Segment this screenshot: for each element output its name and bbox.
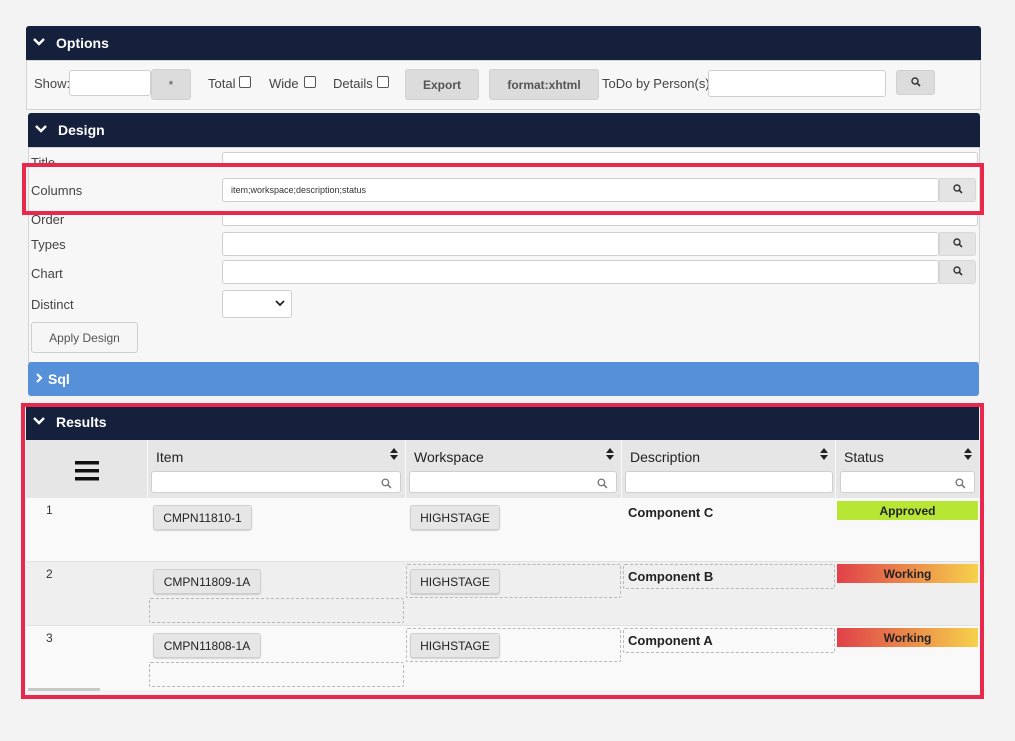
options-header[interactable]: Options xyxy=(26,26,981,60)
options-title: Options xyxy=(56,35,109,51)
chart-label: Chart xyxy=(31,266,63,281)
todo-input[interactable] xyxy=(708,70,886,97)
search-icon xyxy=(910,76,921,90)
wide-checkbox[interactable] xyxy=(304,76,316,88)
todo-label: ToDo by Person(s) xyxy=(602,76,710,91)
types-label: Types xyxy=(31,237,66,252)
total-checkbox[interactable] xyxy=(239,76,251,88)
export-button[interactable]: Export xyxy=(405,69,479,100)
details-checkbox[interactable] xyxy=(377,76,389,88)
chevron-down-icon xyxy=(34,122,52,138)
search-icon xyxy=(952,235,963,253)
types-search-button[interactable] xyxy=(939,232,976,256)
total-label: Total xyxy=(208,76,236,91)
design-header[interactable]: Design xyxy=(28,113,980,147)
show-all-button[interactable]: * xyxy=(151,69,191,100)
chevron-down-icon xyxy=(32,35,50,51)
search-icon xyxy=(952,263,963,281)
sql-title: Sql xyxy=(48,371,70,387)
show-input[interactable] xyxy=(69,70,151,96)
chevron-down-icon xyxy=(275,299,285,309)
distinct-label: Distinct xyxy=(31,297,74,312)
apply-design-button[interactable]: Apply Design xyxy=(31,322,138,353)
columns-highlight-box xyxy=(22,163,984,215)
show-label: Show: xyxy=(34,76,71,91)
todo-search-button[interactable] xyxy=(896,70,935,95)
types-input[interactable] xyxy=(222,232,939,256)
results-highlight-box xyxy=(21,403,984,699)
format-button[interactable]: format:xhtml xyxy=(489,69,599,100)
distinct-select[interactable] xyxy=(222,290,292,318)
chart-search-button[interactable] xyxy=(939,260,976,284)
wide-label: Wide xyxy=(269,76,299,91)
details-label: Details xyxy=(333,76,373,91)
chart-input[interactable] xyxy=(222,260,939,284)
design-title: Design xyxy=(58,122,105,138)
order-input[interactable] xyxy=(222,214,978,226)
sql-header[interactable]: Sql xyxy=(28,362,979,396)
chevron-right-icon xyxy=(34,371,46,387)
